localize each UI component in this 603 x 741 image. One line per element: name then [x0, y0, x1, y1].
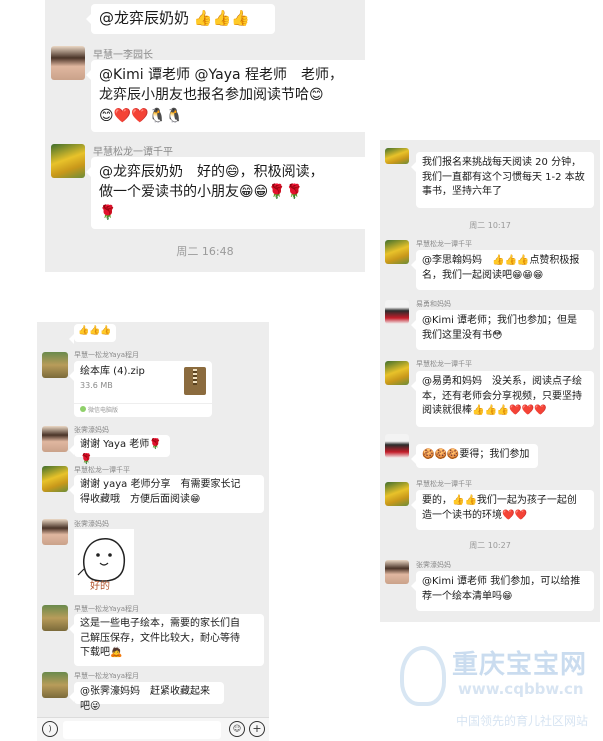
voice-icon[interactable]: ) [42, 721, 58, 737]
message-bubble[interactable]: 这是一些电子绘本，需要的家长们自 己解压保存，文件比较大，耐心等待 下载吧🙇 [69, 614, 264, 666]
zip-file-icon [184, 367, 206, 395]
avatar[interactable] [51, 46, 85, 80]
watermark-brand: 重庆宝宝网 [452, 650, 588, 680]
message-line: 🍪🍪🍪要得；我们参加 [422, 449, 530, 460]
message-line: 龙弈辰小朋友也报名参加阅读节哈😊 [99, 87, 324, 104]
message-bubble[interactable]: 我们报名来挑战每天阅读 20 分钟， 我们一直都有这个习惯每天 1-2 本故 事… [411, 152, 594, 208]
message-line: 名，我们一起阅读吧😁😁😁 [422, 269, 544, 281]
avatar[interactable] [385, 240, 409, 264]
watermark-slogan: 中国领先的育儿社区网站 [456, 714, 589, 728]
chat-panel-3: 👍👍👍 早慧一松龙Yaya程月 绘本库 (4).zip 33.6 MB 微信电脑… [37, 322, 269, 741]
message-line: @Kimi 谭老师；我们也参加；但是 [422, 315, 578, 326]
message-text: @龙弈辰奶奶 👍👍👍 [99, 9, 250, 27]
message-line: 得收藏哦 方便后面阅读😁 [80, 493, 201, 505]
message-text: 👍👍👍 [78, 326, 112, 336]
message-line: 荐一个绘本清单吗😁 [422, 590, 513, 602]
zipper-stripe [193, 369, 197, 385]
message-bubble[interactable]: @龙弈辰奶奶 好的😄，积极阅读， 做一个爱读书的小朋友😁😁🌹🌹 🌹 [86, 157, 365, 229]
message-bubble[interactable]: @张霁濠妈妈 赶紧收藏起来吧😜 [69, 682, 224, 712]
sender-name: 早慧松龙一谭千平 [416, 240, 472, 248]
message-bubble[interactable]: @龙弈辰奶奶 👍👍👍 [86, 4, 275, 34]
message-bubble[interactable]: 谢谢 Yaya 老师🌹🌹 [69, 435, 170, 465]
message-bubble[interactable]: @Kimi 谭老师 我们参加，可以给推 荐一个绘本清单吗😁 [411, 571, 594, 611]
sender-name: 早慧松龙一谭千平 [416, 480, 472, 488]
message-line: 本，还有老师会分享视频，只要坚持 [422, 390, 582, 402]
sender-name: 早慧松龙一谭千平 [416, 360, 472, 368]
message-bubble[interactable]: @Kimi 谭老师；我们也参加；但是 我们这里没有书😳 [411, 310, 594, 350]
sender-name: 早慧松龙一谭千平 [93, 147, 173, 158]
message-line: 我们一直都有这个习惯每天 1-2 本故 [422, 171, 585, 183]
message-line: 我们报名来挑战每天阅读 20 分钟， [422, 157, 582, 168]
message-line: @龙弈辰奶奶 好的😄，积极阅读， [99, 164, 324, 180]
timestamp: 周二 16:48 [176, 245, 234, 258]
avatar[interactable] [51, 144, 85, 178]
sender-name: 张霁濠妈妈 [74, 520, 109, 528]
message-bubble[interactable]: 谢谢 yaya 老师分享 有需要家长记 得收藏哦 方便后面阅读😁 [69, 475, 264, 513]
timestamp: 周二 10:17 [469, 221, 511, 230]
message-line: 做一个爱读书的小朋友😁😁🌹🌹 [99, 184, 304, 201]
avatar[interactable] [42, 672, 68, 698]
sender-name: 张霁濠妈妈 [416, 561, 451, 569]
message-line: 谢谢 yaya 老师分享 有需要家长记 [80, 479, 241, 490]
message-bubble[interactable]: 要的，👍👍我们一起为孩子一起创 造一个读书的环境❤️❤️ [411, 490, 594, 530]
message-line: 这是一些电子绘本，需要的家长们自 [80, 618, 240, 629]
message-line: 😊❤️❤️🐧🐧 [99, 107, 184, 124]
sender-name: 早慧一松龙Yaya程月 [74, 672, 140, 680]
message-line: @Kimi 谭老师 @Yaya 程老师 老师， [99, 67, 344, 83]
avatar[interactable] [385, 300, 409, 324]
message-line: 事书，坚持六年了 [422, 186, 502, 197]
message-line: @李思翰妈妈 👍👍👍点赞积极报 [422, 255, 580, 266]
sticker-text: 好的 [90, 581, 110, 592]
sender-name: 早慧松龙一谭千平 [74, 466, 130, 474]
avatar[interactable] [42, 426, 68, 452]
sender-name: 早慧一李园长 [93, 50, 153, 61]
message-input[interactable] [63, 721, 221, 739]
message-bubble[interactable]: 👍👍👍 [69, 324, 116, 344]
avatar[interactable] [385, 434, 409, 458]
message-bubble[interactable]: 🍪🍪🍪要得；我们参加 [411, 444, 538, 468]
avatar[interactable] [42, 466, 68, 492]
watermark: 重庆宝宝网 www.cqbbw.cn 中国领先的育儿社区网站 [400, 640, 600, 740]
avatar[interactable] [42, 605, 68, 631]
sender-name: 张霁濠妈妈 [74, 426, 109, 434]
input-toolbar: ) ☺ + [37, 717, 269, 741]
wechat-icon [80, 406, 86, 412]
chat-panel-2: 我们报名来挑战每天阅读 20 分钟， 我们一直都有这个习惯每天 1-2 本故 事… [380, 140, 600, 622]
message-line: 下载吧🙇 [80, 647, 123, 658]
message-line: 造一个读书的环境❤️❤️ [422, 509, 527, 521]
sticker[interactable]: 好的 [74, 529, 134, 595]
sender-name: 易勇和妈妈 [416, 300, 451, 308]
message-line: 己解压保存，文件比较大，耐心等待 [80, 632, 240, 644]
file-bubble[interactable]: 绘本库 (4).zip 33.6 MB 微信电脑版 [69, 361, 212, 417]
avatar[interactable] [42, 519, 68, 545]
emoji-icon[interactable]: ☺ [229, 721, 245, 737]
watermark-url: www.cqbbw.cn [458, 680, 584, 698]
add-icon[interactable]: + [249, 721, 265, 737]
message-line: 要的，👍👍我们一起为孩子一起创 [422, 495, 577, 506]
file-source-bar: 微信电脑版 [74, 403, 212, 417]
avatar[interactable] [385, 560, 409, 584]
message-line: @张霁濠妈妈 赶紧收藏起来吧😜 [80, 686, 210, 712]
file-source: 微信电脑版 [88, 407, 119, 414]
message-bubble[interactable]: @易勇和妈妈 没关系，阅读点子绘 本，还有老师会分享视频，只要坚持 阅读就很棒👍… [411, 371, 594, 427]
message-line: 谢谢 Yaya 老师🌹🌹 [80, 439, 162, 465]
message-line: @易勇和妈妈 没关系，阅读点子绘 [422, 376, 582, 387]
message-bubble[interactable]: @李思翰妈妈 👍👍👍点赞积极报 名，我们一起阅读吧😁😁😁 [411, 250, 594, 290]
sender-name: 早慧一松龙Yaya程月 [74, 351, 140, 359]
watermark-logo-icon [400, 646, 446, 706]
chat-panel-1: @龙弈辰奶奶 👍👍👍 早慧一李园长 @Kimi 谭老师 @Yaya 程老师 老师… [45, 0, 365, 272]
timestamp: 周二 10:27 [469, 541, 511, 550]
avatar[interactable] [385, 361, 409, 385]
avatar[interactable] [385, 148, 409, 164]
message-line: 阅读就很棒👍👍👍❤️❤️❤️ [422, 405, 547, 416]
message-line: @Kimi 谭老师 我们参加，可以给推 [422, 576, 581, 587]
message-bubble[interactable]: @Kimi 谭老师 @Yaya 程老师 老师， 龙弈辰小朋友也报名参加阅读节哈😊… [86, 60, 365, 132]
sender-name: 早慧一松龙Yaya程月 [74, 605, 140, 613]
avatar[interactable] [385, 482, 409, 506]
avatar[interactable] [42, 352, 68, 378]
message-line: 我们这里没有书😳 [422, 329, 503, 341]
message-line: 🌹 [99, 204, 117, 221]
